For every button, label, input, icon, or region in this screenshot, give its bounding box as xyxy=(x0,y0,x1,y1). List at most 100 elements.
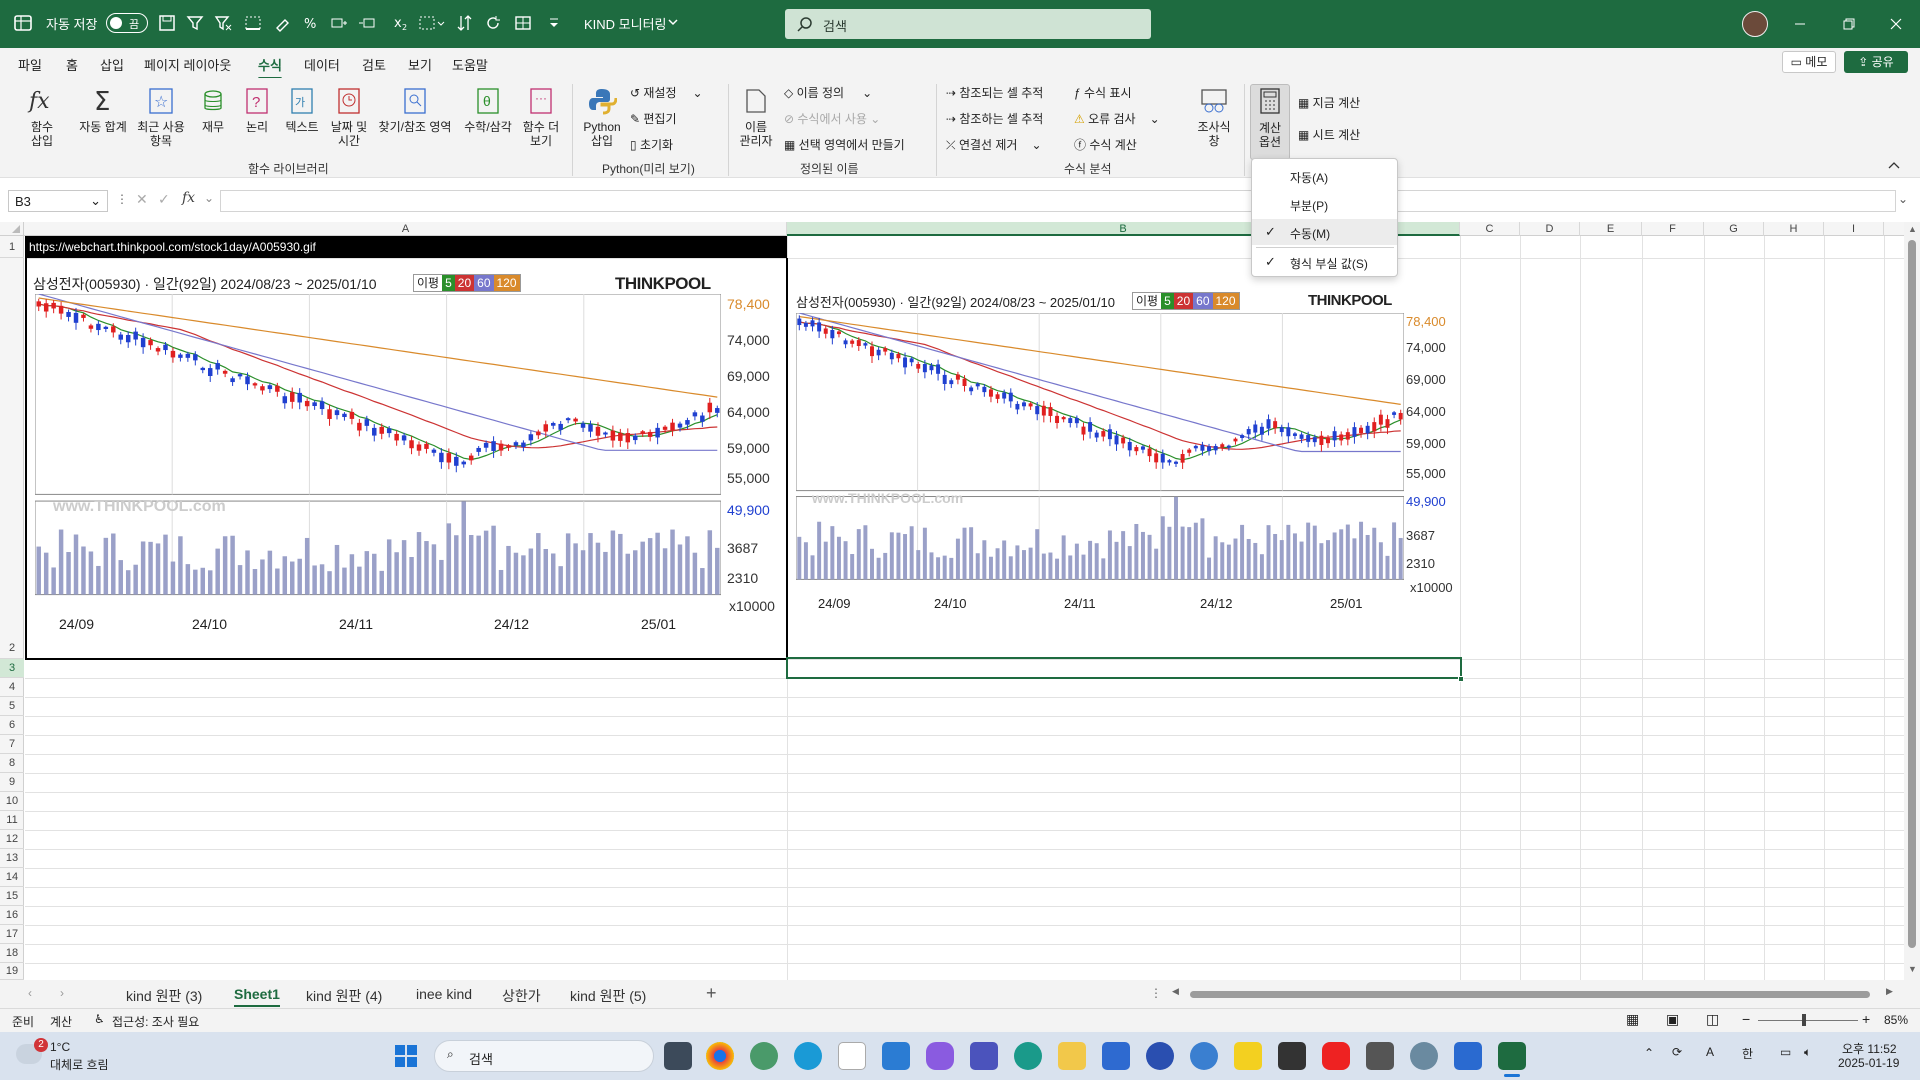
fill-handle[interactable] xyxy=(1458,676,1464,682)
chevron-down-icon[interactable]: ⌄ xyxy=(204,191,214,205)
calc-now-button[interactable]: ▦ 지금 계산 xyxy=(1298,94,1360,111)
menu-item-manual[interactable]: ✓ 수동(M) xyxy=(1252,219,1397,245)
more-icon[interactable]: ⋮ xyxy=(116,192,128,206)
autosave-toggle[interactable]: 끔 xyxy=(106,13,148,33)
horizontal-scrollbar[interactable]: ◀ ▶ xyxy=(1172,986,1900,1000)
windows-start-icon[interactable] xyxy=(394,1044,418,1068)
delete-row-icon[interactable] xyxy=(358,14,378,34)
fx-insert-icon[interactable]: fx xyxy=(182,190,195,206)
calendar-icon[interactable] xyxy=(1454,1042,1482,1070)
row-header[interactable]: 3 xyxy=(0,659,24,678)
use-in-formula-button[interactable]: ⊘ 수식에서 사용 ⌄ xyxy=(784,110,880,127)
subscript-icon[interactable]: x2 xyxy=(392,14,412,34)
save-icon[interactable] xyxy=(158,14,178,34)
youtube-icon[interactable] xyxy=(1322,1042,1350,1070)
zoom-level[interactable]: 85% xyxy=(1884,1013,1908,1027)
row-header[interactable]: 2 xyxy=(0,258,24,659)
error-checking-button[interactable]: ⚠ 오류 검사 ⌄ xyxy=(1074,110,1160,127)
page-break-view-icon[interactable]: ◫ xyxy=(1706,1011,1719,1028)
clock-date[interactable]: 2025-01-19 xyxy=(1838,1056,1899,1070)
file-explorer-icon[interactable] xyxy=(1058,1042,1086,1070)
datetime-button[interactable]: 날짜 및 시간 xyxy=(326,86,372,148)
sheet-tab[interactable]: kind 원판 (3) xyxy=(126,986,202,1006)
vertical-scrollbar[interactable]: ▲ ▼ xyxy=(1904,222,1920,980)
select-all-corner[interactable] xyxy=(0,222,24,236)
row-header[interactable]: 10 xyxy=(0,792,24,811)
row-header[interactable]: 4 xyxy=(0,678,24,697)
menu-item-auto[interactable]: 자동(A) xyxy=(1252,163,1397,189)
ime-indicator[interactable]: 한 xyxy=(1742,1045,1753,1062)
text-button[interactable]: 가 텍스트 xyxy=(282,86,322,134)
border-icon[interactable] xyxy=(244,14,264,34)
stock-chart-2[interactable]: 삼성전자(005930) · 일간(92일) 2024/08/23 ~ 2025… xyxy=(788,280,1458,614)
tab-insert[interactable]: 삽입 xyxy=(100,55,124,74)
tab-home[interactable]: 홈 xyxy=(66,55,78,74)
sheet-tab[interactable]: kind 원판 (5) xyxy=(570,986,646,1006)
row-header[interactable]: 13 xyxy=(0,849,24,868)
notepad-icon[interactable] xyxy=(882,1042,910,1070)
zoom-out-icon[interactable]: − xyxy=(1742,1011,1750,1027)
row-header[interactable]: 17 xyxy=(0,925,24,944)
menu-item-partial[interactable]: 부분(P) xyxy=(1252,191,1397,217)
formula-input[interactable] xyxy=(220,190,1896,212)
file-name-chevron-icon[interactable] xyxy=(668,18,678,26)
lookup-button[interactable]: 찾기/참조 영역 xyxy=(374,86,456,134)
horizontal-scroll-thumb[interactable] xyxy=(1190,991,1870,998)
autosum-button[interactable]: Σ 자동 합계 xyxy=(74,86,132,134)
remove-arrows-button[interactable]: ⤫ 연결선 제거 ⌄ xyxy=(946,136,1042,153)
sheet-tab-active[interactable]: Sheet1 xyxy=(234,986,280,1007)
collapse-ribbon-icon[interactable] xyxy=(1888,160,1900,170)
zoom-slider[interactable] xyxy=(1758,1014,1858,1026)
normal-view-icon[interactable]: ▦ xyxy=(1626,1011,1639,1028)
calc-sheet-button[interactable]: ▦ 시트 계산 xyxy=(1298,126,1360,143)
tab-help[interactable]: 도움말 xyxy=(452,55,488,74)
edge-icon[interactable] xyxy=(794,1042,822,1070)
row-header[interactable]: 14 xyxy=(0,868,24,887)
col-header-d[interactable]: D xyxy=(1520,222,1580,236)
row-header[interactable]: 5 xyxy=(0,697,24,716)
taskbar-search[interactable]: ⌕ 검색 xyxy=(434,1040,654,1072)
next-sheet-icon[interactable]: › xyxy=(60,986,64,1000)
tab-view[interactable]: 보기 xyxy=(408,55,432,74)
stock-chart-1[interactable]: 삼성전자(005930) · 일간(92일) 2024/08/23 ~ 2025… xyxy=(27,262,785,632)
col-header-c[interactable]: C xyxy=(1460,222,1520,236)
app-icon[interactable] xyxy=(1014,1042,1042,1070)
merge-icon[interactable] xyxy=(418,14,445,34)
name-box[interactable]: B3 ⌄ xyxy=(8,190,108,212)
format-painter-icon[interactable] xyxy=(274,14,294,34)
teams-icon[interactable] xyxy=(970,1042,998,1070)
selected-cell-b3[interactable] xyxy=(786,657,1462,679)
app-icon[interactable] xyxy=(1146,1042,1174,1070)
expand-formula-icon[interactable]: ⌄ xyxy=(1898,192,1908,206)
row-header[interactable]: 19 xyxy=(0,963,24,980)
row-header[interactable]: 9 xyxy=(0,773,24,792)
page-layout-view-icon[interactable]: ▣ xyxy=(1666,1011,1679,1028)
store-icon[interactable] xyxy=(1102,1042,1130,1070)
editor-button[interactable]: ✎ 편집기 xyxy=(630,110,677,127)
document-icon[interactable] xyxy=(838,1042,866,1070)
show-formulas-button[interactable]: ƒ 수식 표시 xyxy=(1074,84,1132,101)
status-accessibility[interactable]: 접근성: 조사 필요 xyxy=(112,1013,199,1030)
sync-icon[interactable]: ⟳ xyxy=(1672,1045,1682,1059)
row-header[interactable]: 16 xyxy=(0,906,24,925)
chrome-profile-icon[interactable] xyxy=(750,1042,778,1070)
excel-app-icon[interactable] xyxy=(14,14,32,32)
create-from-selection-button[interactable]: ▦ 선택 영역에서 만들기 xyxy=(784,136,905,153)
sticky-notes-icon[interactable] xyxy=(1234,1042,1262,1070)
sheet-tab[interactable]: inee kind xyxy=(416,986,472,1002)
refresh-icon[interactable] xyxy=(484,14,504,34)
row-header[interactable]: 7 xyxy=(0,735,24,754)
sort-icon[interactable] xyxy=(456,14,476,34)
close-icon[interactable] xyxy=(1884,12,1908,36)
scroll-left-icon[interactable]: ◀ xyxy=(1172,986,1179,997)
status-calc[interactable]: 계산 xyxy=(50,1013,72,1030)
tab-formulas[interactable]: 수식 xyxy=(258,55,282,80)
calculator-icon[interactable] xyxy=(1366,1042,1394,1070)
file-name[interactable]: KIND 모니터링 xyxy=(584,14,667,33)
scroll-down-icon[interactable]: ▼ xyxy=(1908,964,1917,974)
trace-dependents-button[interactable]: ⇢ 참조하는 셀 추적 xyxy=(946,110,1043,127)
sheet-tab[interactable]: kind 원판 (4) xyxy=(306,986,382,1006)
zoom-in-icon[interactable]: + xyxy=(1862,1011,1870,1027)
table-icon[interactable] xyxy=(514,14,534,34)
calc-options-button[interactable]: 계산 옵션 xyxy=(1250,84,1290,160)
